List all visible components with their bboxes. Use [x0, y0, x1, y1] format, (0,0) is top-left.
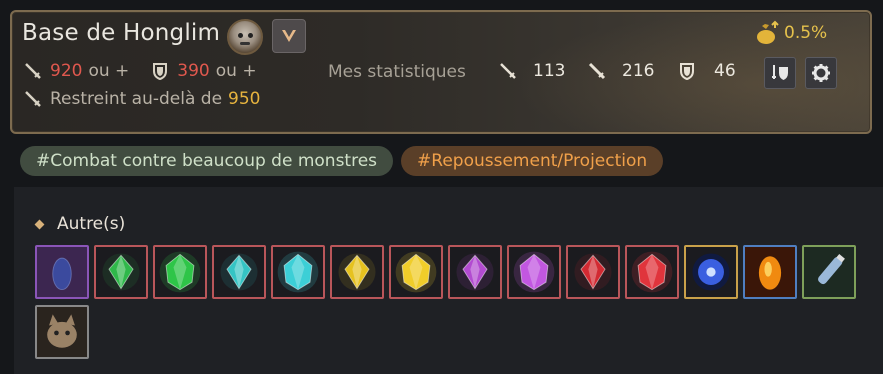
expand-button[interactable]	[272, 19, 306, 53]
drop-item-slot[interactable]	[94, 245, 148, 299]
recommended-stats: 920 ou + 390 ou +	[22, 60, 257, 82]
red-crystal-icon	[574, 253, 612, 291]
diamond-bullet-icon	[34, 219, 45, 229]
shield-icon	[680, 63, 694, 81]
sword-icon	[25, 63, 41, 79]
drop-item-slot[interactable]	[507, 245, 561, 299]
gold-rate-value: 0.5%	[784, 23, 828, 43]
blue-orb-icon	[692, 253, 730, 291]
drop-item-slot[interactable]	[153, 245, 207, 299]
drop-item-slot[interactable]	[448, 245, 502, 299]
stats-compare-button[interactable]	[764, 57, 796, 89]
awakening-sword-icon	[588, 62, 606, 80]
my-stats-label: Mes statistiques	[328, 62, 466, 82]
yellow-crystal-icon	[338, 253, 376, 291]
restriction-value: 950	[228, 89, 261, 109]
drop-item-slot[interactable]	[625, 245, 679, 299]
green-crystal-cluster-icon	[159, 251, 201, 293]
my-dp: 46	[676, 60, 736, 82]
yellow-crystal-cluster-icon	[395, 251, 437, 293]
drop-item-slot[interactable]	[212, 245, 266, 299]
my-ap: 113	[497, 60, 565, 82]
tag-mass-combat[interactable]: #Combat contre beaucoup de monstres	[20, 146, 394, 176]
purple-crystal-cluster-icon	[513, 251, 555, 293]
chevron-down-icon	[282, 30, 296, 42]
drop-item-slot[interactable]	[35, 245, 89, 299]
fire-gem-icon	[745, 247, 795, 297]
dark-blue-stone-icon	[37, 247, 87, 297]
my-aap-value: 216	[622, 61, 655, 81]
drop-item-slot[interactable]	[743, 245, 797, 299]
required-dp: 390	[177, 61, 210, 81]
tag-knockback[interactable]: #Repoussement/Projection	[401, 146, 664, 176]
restriction-row: Restreint au-delà de 950	[22, 88, 261, 110]
my-aap: 216	[586, 60, 654, 82]
drop-item-slot[interactable]	[802, 245, 856, 299]
my-dp-value: 46	[714, 61, 736, 81]
boss-face-icon	[227, 19, 263, 55]
money-bag-icon	[757, 20, 779, 44]
drop-item-slot[interactable]	[271, 245, 325, 299]
cyan-crystal-cluster-icon	[277, 251, 319, 293]
my-ap-value: 113	[533, 61, 566, 81]
red-crystal-cluster-icon	[631, 251, 673, 293]
cyan-crystal-icon	[220, 253, 258, 291]
purple-crystal-icon	[456, 253, 494, 291]
shield-icon	[153, 63, 168, 81]
potion-vial-icon	[804, 247, 854, 297]
cat-pet-icon	[37, 307, 87, 357]
drop-item-slot[interactable]	[684, 245, 738, 299]
sword-icon	[500, 63, 516, 79]
required-ap-suffix: ou +	[88, 61, 130, 81]
drops-section-label: Autre(s)	[57, 214, 126, 234]
sword-shield-icon	[772, 65, 788, 80]
settings-button[interactable]	[805, 57, 837, 89]
gear-icon	[812, 64, 830, 82]
required-ap: 920	[50, 61, 83, 81]
restriction-label: Restreint au-delà de	[50, 89, 223, 109]
drop-item-slot[interactable]	[35, 305, 89, 359]
required-dp-suffix: ou +	[215, 61, 257, 81]
gold-rate: 0.5%	[754, 20, 827, 46]
drop-item-slot[interactable]	[566, 245, 620, 299]
drops-section-title: Autre(s)	[34, 214, 126, 234]
drop-item-slot[interactable]	[389, 245, 443, 299]
crossed-sword-icon	[25, 91, 41, 107]
green-crystal-icon	[102, 253, 140, 291]
drop-item-slot[interactable]	[330, 245, 384, 299]
zone-tags: #Combat contre beaucoup de monstres #Rep…	[20, 146, 664, 176]
zone-title: Base de Honglim	[22, 20, 221, 46]
